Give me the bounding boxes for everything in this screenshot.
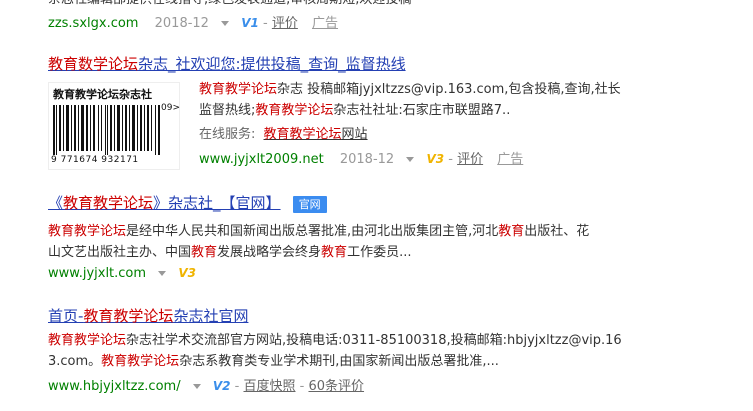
v1-badge-icon[interactable]: V1 (241, 16, 259, 30)
dropdown-arrow-icon[interactable] (221, 21, 230, 26)
result2-line1: 教育教学论坛是经中华人民共和国新闻出版总署批准,由河北出版集团主管,河北教育出版… (48, 224, 590, 239)
dropdown-arrow-icon[interactable] (158, 271, 167, 276)
result1-review-link[interactable]: 评价 (457, 152, 483, 167)
result1-meta: www.jyjxlt2009.net 2018-12 V3 - 评价 广告 (199, 152, 524, 167)
result3-snapshot-link[interactable]: 百度快照 (243, 379, 295, 394)
result3-line2: 3.com。教育教学论坛杂志系教育类专业学术期刊,由国家新闻出版总署批准,... (48, 354, 499, 369)
result3-title-link[interactable]: 首页-教育教学论坛杂志社官网 (48, 305, 248, 326)
barcode-icon (53, 105, 160, 155)
result0-date: 2018-12 (154, 16, 209, 31)
barcode-number: 9 771674 932171 (51, 155, 139, 165)
result0-url[interactable]: zzs.sxlgx.com (48, 16, 138, 31)
result1-service-link[interactable]: 教育教学论坛网站 (264, 127, 368, 142)
result1-date: 2018-12 (339, 152, 395, 167)
dropdown-arrow-icon[interactable] (192, 384, 201, 389)
result1-service: 在线服务: 教育教学论坛网站 (199, 127, 368, 142)
result3-url[interactable]: www.hbjyjxltzz.com/ (48, 379, 181, 394)
result2-url[interactable]: www.jyjxlt.com (48, 266, 146, 281)
barcode-side-digits: 09> (161, 103, 180, 113)
result0-meta: zzs.sxlgx.com 2018-12 V1 - 评价 广告 (48, 16, 339, 31)
result0-ad-label[interactable]: 广告 (312, 16, 338, 31)
magazine-barcode-image[interactable]: 教育教学论坛杂志社 09> 9 771674 932171 (48, 82, 180, 170)
result0-review-link[interactable]: 评价 (272, 16, 298, 31)
dropdown-arrow-icon[interactable] (406, 157, 415, 162)
result1-line2: 监督热线;教育教学论坛杂志社社址:石家庄市联盟路7.. (199, 103, 511, 118)
v3-badge-icon[interactable]: V3 (178, 266, 196, 280)
result2-title-row: 《教育教学论坛》杂志社_【官网】 官网 (48, 192, 327, 213)
result3-meta: www.hbjyjxltzz.com/ V2 - 百度快照 - 60条评价 (48, 379, 365, 394)
result2-title-link[interactable]: 《教育教学论坛》杂志社_【官网】 (48, 194, 281, 212)
result1-title-link[interactable]: 教育数学论坛杂志_社欢迎您:提供投稿_查询_监督热线 (48, 53, 406, 74)
result3-line1: 教育教学论坛杂志社学术交流部官方网站,投稿电话:0311-85100318,投稿… (48, 333, 622, 348)
barcode-title: 教育教学论坛杂志社 (53, 88, 152, 101)
result2-meta: www.jyjxlt.com V3 (48, 266, 196, 281)
v2-badge-icon[interactable]: V2 (213, 379, 231, 393)
result1-line1: 教育教学论坛杂志 投稿邮箱jyjxltzzs@vip.163.com,包含投稿,… (199, 82, 621, 97)
result3-reviews-link[interactable]: 60条评价 (308, 379, 364, 394)
v3-badge-icon[interactable]: V3 (426, 152, 444, 166)
result1-url[interactable]: www.jyjxlt2009.net (199, 152, 324, 167)
result0-snippet: 杂志社编辑部提供在线指导,绿色发表通道,审核周期短,欢迎投稿 (48, 0, 411, 10)
official-site-badge[interactable]: 官网 (292, 196, 327, 213)
result2-line2: 山文艺出版社主办、中国教育发展战略学会终身教育工作委员... (48, 245, 412, 260)
result1-ad-label[interactable]: 广告 (497, 152, 523, 167)
